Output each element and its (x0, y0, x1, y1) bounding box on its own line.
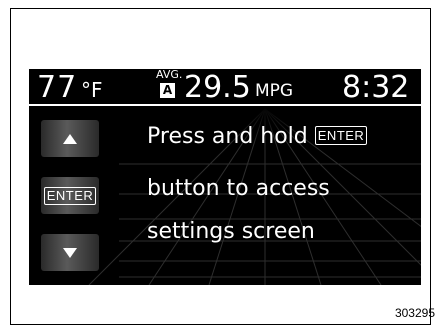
enter-button-label: ENTER (43, 186, 97, 205)
outside-temperature: 77 (37, 70, 78, 105)
enter-button[interactable]: ENTER (41, 177, 99, 214)
side-button-column: ENTER (29, 106, 119, 285)
inline-enter-key: ENTER (314, 126, 368, 145)
status-bar: 77 °F AVG. A 29.5 MPG 8:32 (29, 69, 421, 105)
message-line-2: button to access (147, 176, 330, 201)
temperature-unit: °F (81, 78, 103, 102)
trip-a-badge: A (160, 83, 175, 98)
fuel-economy-unit: MPG (255, 81, 294, 101)
display-screen: 77 °F AVG. A 29.5 MPG 8:32 ENTER Press a… (29, 69, 421, 285)
triangle-down-icon (63, 247, 77, 258)
message-line-3: settings screen (147, 219, 315, 244)
down-button[interactable] (41, 234, 99, 271)
avg-label: AVG. (156, 69, 183, 81)
figure-id: 303295 (394, 306, 435, 320)
message-line-1-text: Press and hold (147, 124, 308, 149)
triangle-up-icon (63, 133, 77, 144)
up-button[interactable] (41, 120, 99, 157)
message-line-1: Press and hold ENTER (147, 124, 368, 150)
fuel-economy-value: 29.5 (184, 70, 251, 105)
clock: 8:32 (342, 70, 410, 105)
